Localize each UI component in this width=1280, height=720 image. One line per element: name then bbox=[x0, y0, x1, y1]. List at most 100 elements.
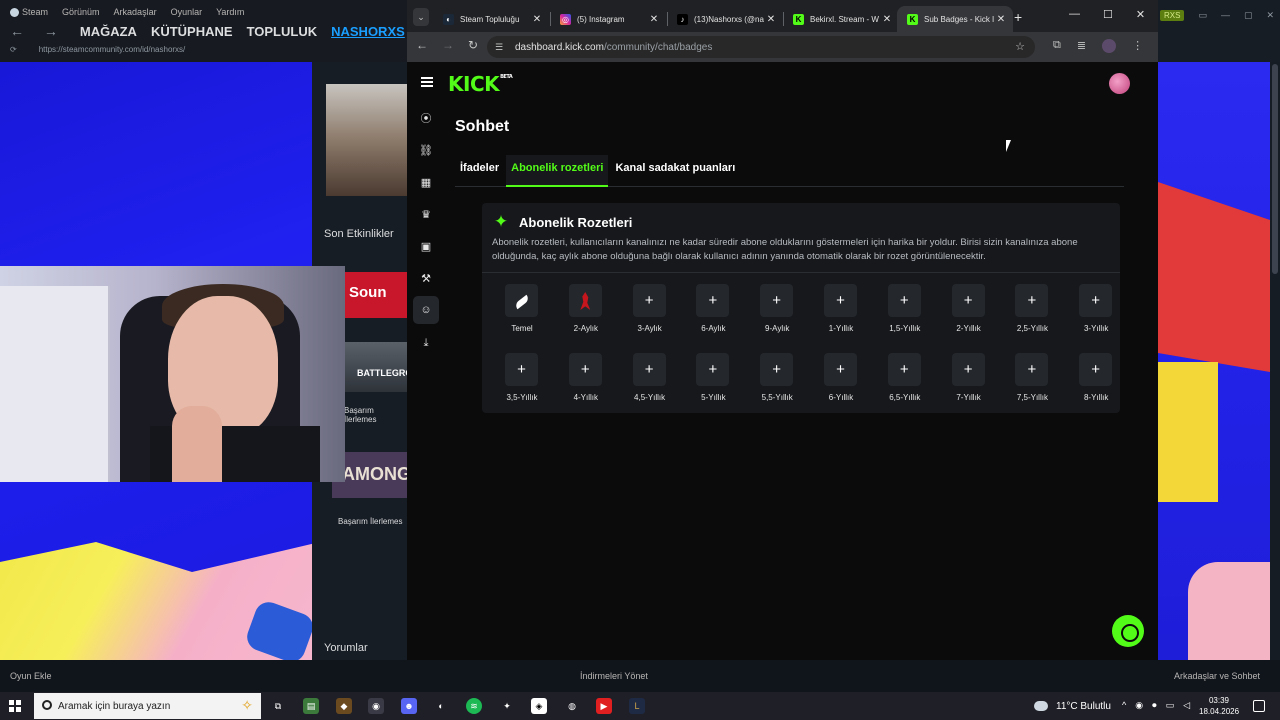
steam-scrollbar[interactable] bbox=[1270, 62, 1280, 660]
network-icon[interactable]: ▭ bbox=[1166, 700, 1175, 711]
add-badge-icon[interactable]: + bbox=[696, 284, 730, 317]
nav-library[interactable]: KÜTÜPHANE bbox=[151, 24, 233, 39]
nav-store[interactable]: MAĞAZA bbox=[80, 24, 137, 39]
community-icon[interactable]: ☺ bbox=[413, 296, 439, 324]
add-badge-icon[interactable]: + bbox=[760, 353, 794, 386]
close-tab-icon[interactable]: ✕ bbox=[881, 14, 893, 25]
task-view-icon[interactable]: ⧉ bbox=[270, 698, 286, 714]
link-icon[interactable]: ⛓ bbox=[419, 144, 433, 158]
obs-icon[interactable]: ◍ bbox=[564, 698, 580, 714]
menu-games[interactable]: Oyunlar bbox=[171, 7, 203, 17]
youtube-icon[interactable]: ▶ bbox=[596, 698, 612, 714]
add-badge-icon[interactable]: + bbox=[1015, 353, 1049, 386]
reload-icon[interactable]: ↻ bbox=[468, 38, 478, 52]
add-badge-icon[interactable]: + bbox=[1015, 284, 1049, 317]
badge-slot[interactable]: +6,5-Yıllık bbox=[875, 353, 939, 409]
add-badge-icon[interactable]: + bbox=[505, 353, 538, 386]
app-tray-icon[interactable]: ◉ bbox=[1135, 700, 1143, 711]
badge-slot[interactable]: +3-Aylık bbox=[620, 284, 684, 340]
game-thumbnail-sound[interactable]: Soun bbox=[345, 272, 408, 318]
game-thumbnail-pubg[interactable]: BATTLEGRO bbox=[345, 342, 412, 392]
stream-icon[interactable]: ⦿ bbox=[419, 112, 433, 126]
browser-tab[interactable]: K Bekirxl. Stream - W ✕ bbox=[783, 6, 899, 32]
badge-slot[interactable]: +2,5-Yıllık bbox=[1002, 284, 1066, 340]
chevron-up-icon[interactable]: ^ bbox=[1122, 700, 1126, 711]
badge-slot[interactable]: +5,5-Yıllık bbox=[747, 353, 811, 409]
badge-slot[interactable]: +7,5-Yıllık bbox=[1002, 353, 1066, 409]
close-icon[interactable]: ✕ bbox=[1136, 8, 1145, 21]
badge-slot[interactable]: +5-Yıllık bbox=[683, 353, 747, 409]
tab-subscriber-badges[interactable]: Abonelik rozetleri bbox=[506, 155, 609, 187]
maximize-icon[interactable]: ▢ bbox=[1244, 10, 1253, 21]
badge-slot[interactable]: +1,5-Yıllık bbox=[875, 284, 939, 340]
taskbar-search-box[interactable]: Aramak için buraya yazın ✧ bbox=[34, 693, 261, 719]
close-tab-icon[interactable]: ✕ bbox=[765, 14, 777, 25]
menu-friends[interactable]: Arkadaşlar bbox=[114, 7, 157, 17]
red-figure-badge-icon[interactable] bbox=[568, 284, 602, 317]
badge-slot[interactable]: +3-Yıllık bbox=[1066, 284, 1130, 340]
address-bar[interactable]: ☰ dashboard.kick.com/community/chat/badg… bbox=[487, 36, 1035, 58]
badge-slot[interactable]: 2-Aylık bbox=[556, 284, 620, 340]
volume-icon[interactable]: ◁ bbox=[1183, 700, 1190, 711]
menu-view[interactable]: Görünüm bbox=[62, 7, 100, 17]
microphone-icon[interactable]: ⏺ bbox=[1152, 700, 1157, 711]
tab-emotes[interactable]: İfadeler bbox=[455, 155, 504, 187]
tab-channel-points[interactable]: Kanal sadakat puanları bbox=[610, 155, 740, 187]
wrench-icon[interactable]: ⚒ bbox=[419, 272, 433, 286]
add-badge-icon[interactable]: + bbox=[887, 353, 921, 386]
chrome-icon[interactable]: ◉ bbox=[368, 698, 384, 714]
close-tab-icon[interactable]: ✕ bbox=[531, 14, 543, 25]
add-badge-icon[interactable]: + bbox=[824, 284, 857, 317]
app-icon-3[interactable]: ◈ bbox=[531, 698, 547, 714]
nav-profile[interactable]: NASHORXS bbox=[331, 24, 405, 39]
media-icon[interactable]: ≣ bbox=[1077, 39, 1086, 53]
manage-downloads-button[interactable]: İndirmeleri Yönet bbox=[580, 671, 648, 681]
add-badge-icon[interactable]: + bbox=[696, 353, 730, 386]
weather-widget[interactable]: 11°C Bulutlu bbox=[1034, 692, 1111, 720]
account-badge[interactable]: RXS bbox=[1160, 9, 1185, 21]
badge-slot[interactable]: +4-Yıllık bbox=[556, 353, 620, 409]
back-forward-arrows[interactable]: ← → bbox=[10, 23, 66, 39]
badge-slot[interactable]: +3,5-Yıllık bbox=[492, 353, 556, 409]
nav-community[interactable]: TOPLULUK bbox=[247, 24, 318, 39]
badge-slot[interactable]: +4,5-Yıllık bbox=[620, 353, 684, 409]
friends-chat-button[interactable]: Arkadaşlar ve Sohbet bbox=[1174, 671, 1260, 681]
tab-search-button[interactable]: ⌄ bbox=[413, 8, 429, 26]
add-badge-icon[interactable]: + bbox=[951, 284, 985, 317]
badge-slot[interactable]: +1-Yıllık bbox=[811, 284, 875, 340]
menu-steam[interactable]: Steam bbox=[10, 7, 48, 17]
profile-showcase-image[interactable] bbox=[326, 84, 408, 196]
add-badge-icon[interactable]: + bbox=[887, 284, 921, 317]
badge-slot[interactable]: Temel bbox=[492, 284, 556, 340]
add-badge-icon[interactable]: + bbox=[824, 353, 857, 386]
more-menu-icon[interactable]: ⋮ bbox=[1132, 39, 1143, 53]
menu-icon[interactable] bbox=[421, 77, 433, 87]
discord-icon[interactable]: ☻ bbox=[401, 698, 417, 714]
trophy-icon[interactable]: ♛ bbox=[419, 208, 433, 222]
support-chat-button[interactable] bbox=[1112, 615, 1144, 647]
badge-slot[interactable]: +8-Yıllık bbox=[1066, 353, 1130, 409]
refresh-icon[interactable]: ⟳ bbox=[10, 45, 17, 54]
add-badge-icon[interactable]: + bbox=[1079, 353, 1113, 386]
bookmark-star-icon[interactable]: ☆ bbox=[1015, 40, 1025, 53]
forward-icon[interactable]: → bbox=[442, 38, 454, 52]
badge-slot[interactable]: +7-Yıllık bbox=[939, 353, 1003, 409]
steam-taskbar-icon[interactable]: ◐ bbox=[433, 698, 449, 714]
add-game-button[interactable]: Oyun Ekle bbox=[10, 671, 52, 681]
monitor-icon[interactable]: ▭ bbox=[1198, 10, 1207, 21]
maximize-icon[interactable]: ☐ bbox=[1103, 8, 1113, 21]
add-badge-icon[interactable]: + bbox=[568, 353, 602, 386]
badge-slot[interactable]: +6-Aylık bbox=[683, 284, 747, 340]
close-tab-icon[interactable]: ✕ bbox=[995, 14, 1007, 25]
add-badge-icon[interactable]: + bbox=[632, 284, 666, 317]
new-tab-button[interactable]: + bbox=[1014, 9, 1022, 25]
browser-tab[interactable]: ◎ (5) Instagram ✕ bbox=[550, 6, 666, 32]
spotify-icon[interactable]: ≋ bbox=[466, 698, 482, 714]
badge-slot[interactable]: +2-Yıllık bbox=[939, 284, 1003, 340]
site-settings-icon[interactable]: ☰ bbox=[495, 42, 505, 52]
download-icon[interactable]: ⤓ bbox=[419, 336, 433, 350]
windows-start-icon[interactable] bbox=[9, 700, 21, 712]
analytics-icon[interactable]: ▦ bbox=[419, 176, 433, 190]
badge-slot[interactable]: +9-Aylık bbox=[747, 284, 811, 340]
file-app-icon[interactable]: ▤ bbox=[303, 698, 319, 714]
